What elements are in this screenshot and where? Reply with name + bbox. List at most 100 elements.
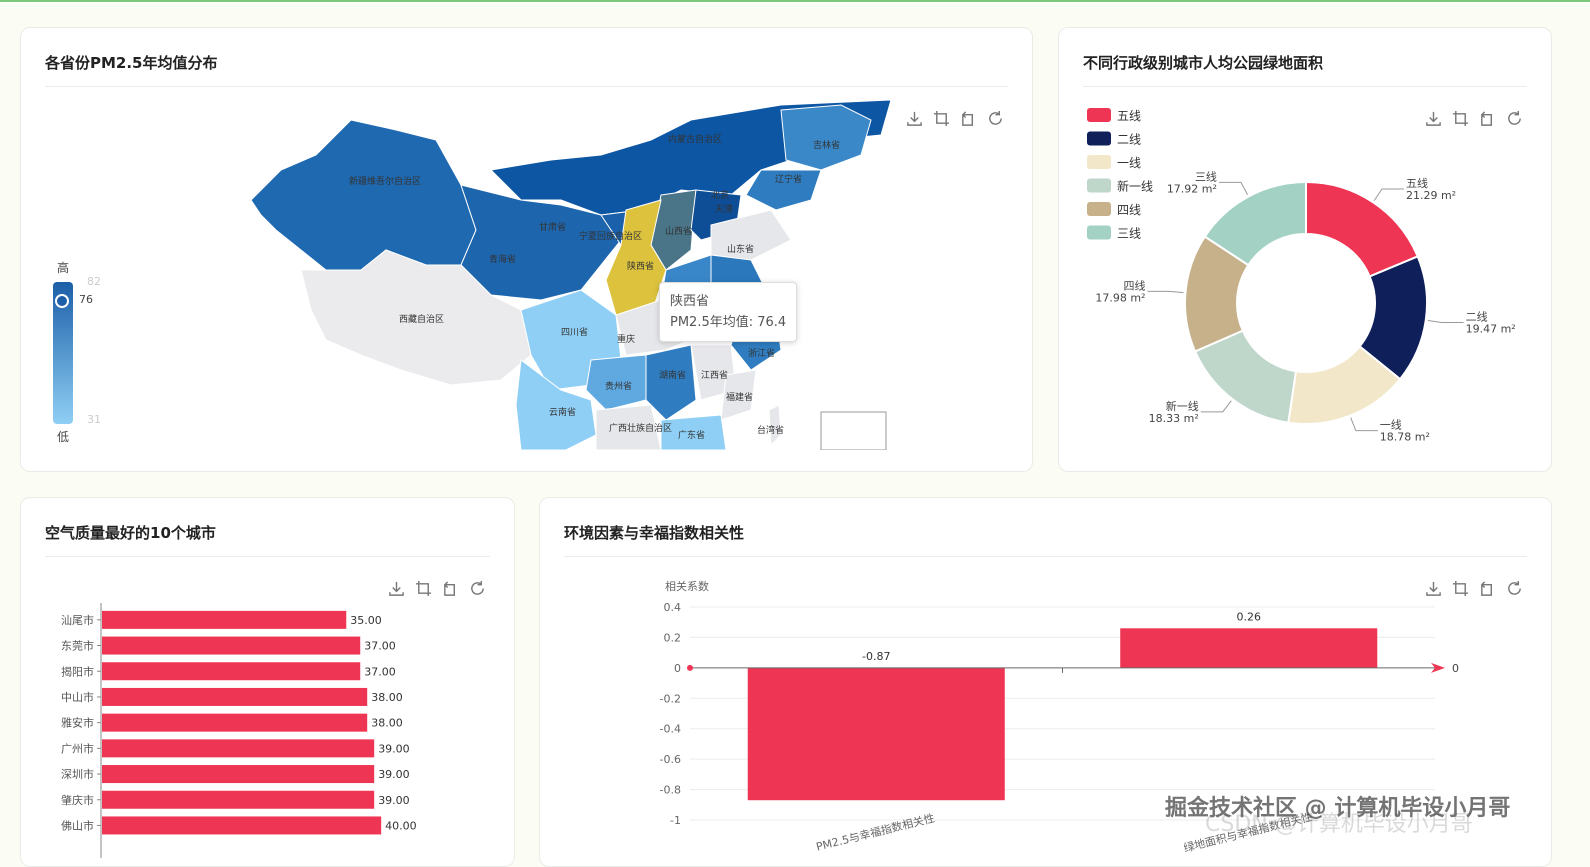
visualmap-max-value: 82 xyxy=(87,275,101,288)
download-icon[interactable] xyxy=(906,110,923,127)
city-bar[interactable] xyxy=(102,713,368,732)
legend-swatch[interactable] xyxy=(1087,178,1111,193)
legend-swatch[interactable] xyxy=(1087,225,1111,240)
map-label: 陕西省 xyxy=(627,260,654,272)
donut-leader-line xyxy=(1218,181,1249,195)
donut-slice-value: 17.98 m² xyxy=(1095,291,1145,304)
y-tick-label: 东莞市 xyxy=(61,639,94,653)
city-bar[interactable] xyxy=(102,790,375,809)
y-tick-label: -0.2 xyxy=(660,692,681,705)
y-tick-label: 深圳市 xyxy=(61,767,94,781)
city-bar[interactable] xyxy=(102,765,375,784)
bar-value-label: 35.00 xyxy=(350,614,382,627)
map-label: 青海省 xyxy=(489,253,516,265)
visualmap-current-value: 76 xyxy=(79,293,93,306)
region-south-sea-inset xyxy=(820,411,887,450)
undo-icon[interactable] xyxy=(960,110,977,127)
refresh-icon[interactable] xyxy=(987,110,1004,127)
y-tick-label: 揭阳市 xyxy=(61,664,94,678)
visualmap-min-value: 31 xyxy=(87,413,101,426)
city-bar[interactable] xyxy=(102,739,375,758)
donut-slice-name: 二线 xyxy=(1466,309,1488,323)
y-tick-label: 0 xyxy=(674,662,681,675)
city-bar[interactable] xyxy=(102,636,361,655)
legend-label: 一线 xyxy=(1117,156,1141,170)
map-label: 北京 xyxy=(711,189,729,201)
region-xinjiang xyxy=(250,119,477,271)
refresh-icon[interactable] xyxy=(469,580,486,597)
legend-label: 四线 xyxy=(1117,203,1141,217)
bars-card-title: 空气质量最好的10个城市 xyxy=(45,524,216,542)
map-card-title: 各省份PM2.5年均值分布 xyxy=(45,54,218,72)
map-label: 贵州省 xyxy=(605,380,632,392)
tooltip-metric: PM2.5年均值: 76.4 xyxy=(670,315,787,330)
map-label: 内蒙古自治区 xyxy=(668,133,722,145)
crop-icon[interactable] xyxy=(415,580,432,597)
bar-value-label: 37.00 xyxy=(364,640,396,653)
y-tick-label: 佛山市 xyxy=(61,818,94,832)
donut-slice-name: 五线 xyxy=(1406,176,1428,190)
donut-slice-name: 四线 xyxy=(1123,278,1145,292)
donut-leader-line xyxy=(1427,319,1464,323)
bar-value-label: 38.00 xyxy=(371,717,403,730)
y-tick-label: 雅安市 xyxy=(61,716,94,730)
map-toolbox xyxy=(906,110,1004,127)
region-heilongjiang-jilin xyxy=(780,104,872,171)
map-label: 吉林省 xyxy=(813,139,840,151)
map-label: 重庆 xyxy=(617,333,635,345)
legend-swatch[interactable] xyxy=(1087,202,1111,216)
legend-label: 三线 xyxy=(1117,227,1141,241)
correlation-bar[interactable] xyxy=(747,667,1005,801)
tooltip-region: 陕西省 xyxy=(670,294,710,309)
download-icon[interactable] xyxy=(388,580,405,597)
donut-slice-value: 21.29 m² xyxy=(1406,189,1456,202)
city-bar[interactable] xyxy=(102,816,382,835)
undo-icon[interactable] xyxy=(442,580,459,597)
y-axis-title: 相关系数 xyxy=(665,579,709,593)
donut-slice-value: 18.78 m² xyxy=(1380,431,1430,444)
donut-leader-line xyxy=(1373,188,1404,201)
correlation-bar[interactable] xyxy=(1120,628,1378,668)
greenspace-donut-card: 不同行政级别城市人均公园绿地面积 五线 二线 一线 新一线 四线 三线 五线 21.29 m²… xyxy=(1058,27,1552,472)
city-bar[interactable] xyxy=(102,662,361,681)
donut-chart[interactable]: 五线二线一线新一线四线三线五线21.29 m²二线19.47 m²一线18.78… xyxy=(1059,98,1553,458)
legend-swatch[interactable] xyxy=(1087,155,1111,169)
corr-card-divider xyxy=(564,556,1527,557)
china-map[interactable]: 新疆维吾尔自治区 内蒙古自治区 吉林省 辽宁省 甘肃省 宁夏回族自治区 山西省 … xyxy=(221,100,901,450)
legend-swatch[interactable] xyxy=(1087,131,1111,146)
crop-icon[interactable] xyxy=(933,110,950,127)
visualmap-handle-icon[interactable] xyxy=(55,294,69,308)
bar-value-label: -0.87 xyxy=(862,650,890,663)
city-bar[interactable] xyxy=(102,687,368,706)
bar-value-label: 39.00 xyxy=(378,794,410,807)
map-label: 福建省 xyxy=(726,391,753,403)
corr-card-title: 环境因素与幸福指数相关性 xyxy=(564,524,745,542)
map-label: 浙江省 xyxy=(748,347,775,359)
y-tick-label: -1 xyxy=(670,814,681,827)
bar-value-label: 39.00 xyxy=(378,768,410,781)
donut-slice-value: 18.33 m² xyxy=(1149,412,1199,425)
axis-origin-dot xyxy=(687,664,693,671)
donut-slice-name: 三线 xyxy=(1195,169,1217,183)
bar-value-label: 39.00 xyxy=(378,742,410,755)
map-label: 广东省 xyxy=(678,429,705,441)
map-label: 山西省 xyxy=(665,225,692,237)
map-label: 宁夏回族自治区 xyxy=(579,230,642,242)
y-tick-label: 汕尾市 xyxy=(61,613,94,627)
map-label: 广西壮族自治区 xyxy=(609,422,672,434)
donut-card-divider xyxy=(1083,86,1527,87)
legend-swatch[interactable] xyxy=(1087,108,1111,122)
map-label: 云南省 xyxy=(549,406,576,418)
y-tick-label: 0.2 xyxy=(664,631,682,644)
bars-card-divider xyxy=(45,556,490,557)
city-bar[interactable] xyxy=(102,610,347,629)
legend-label: 二线 xyxy=(1117,133,1141,147)
donut-slice-value: 17.92 m² xyxy=(1167,182,1217,195)
map-label: 天津 xyxy=(715,204,733,215)
bar-value-label: 40.00 xyxy=(385,819,417,832)
map-label: 台湾省 xyxy=(757,424,784,436)
legend-label: 五线 xyxy=(1117,109,1141,123)
donut-slice[interactable] xyxy=(1305,180,1419,278)
donut-leader-line xyxy=(1350,417,1378,432)
top-cities-bar-chart[interactable]: 汕尾市 35.00 东莞市 37.00 揭阳市 37.00 中山市 38.00 雅安市 38.00… xyxy=(21,603,516,858)
